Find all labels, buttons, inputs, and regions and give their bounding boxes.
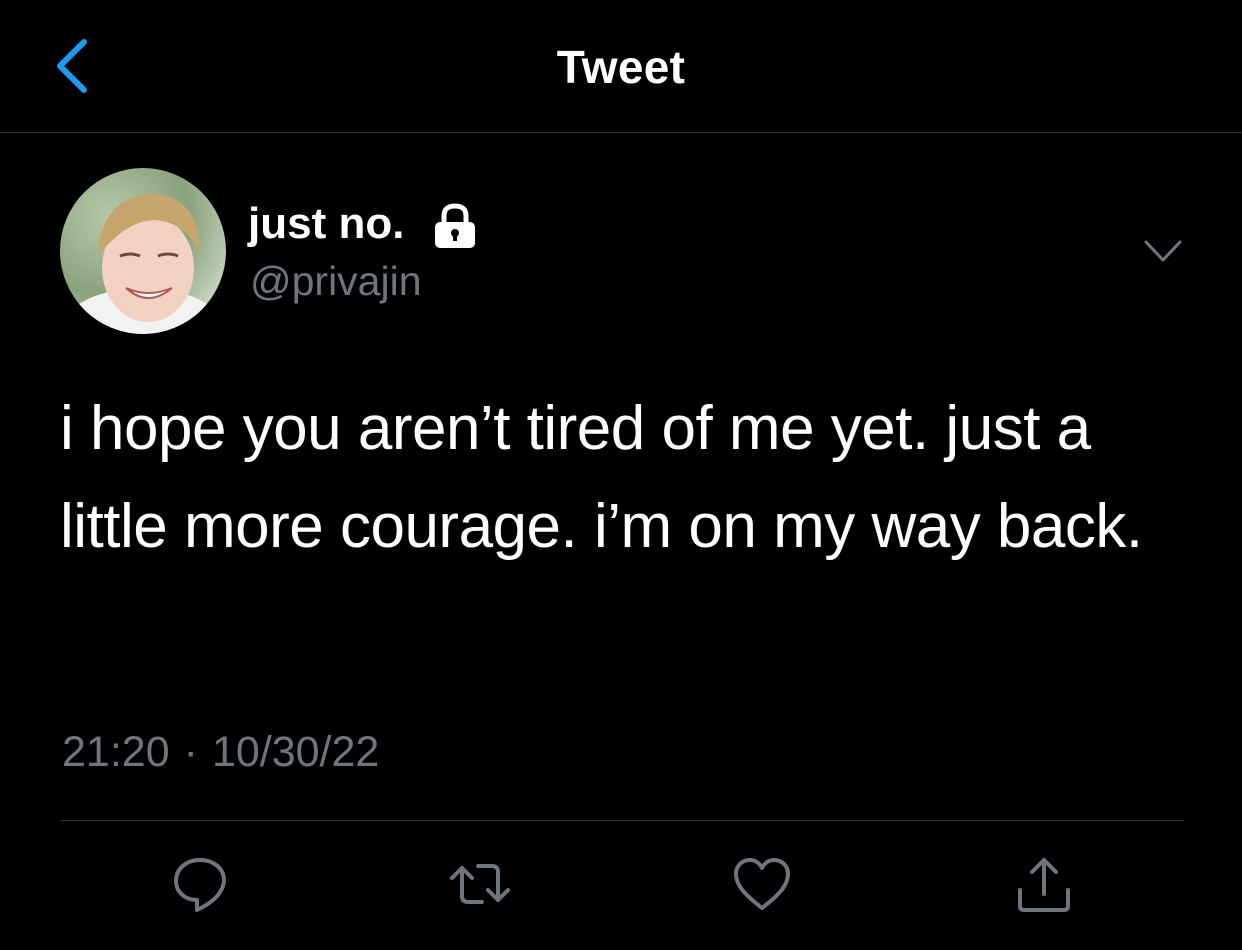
display-name[interactable]: just no. [248,199,404,249]
more-options-chevron-icon[interactable] [1140,232,1186,272]
tweet-text: i hope you aren’t tired of me yet. just … [60,394,1143,561]
lock-icon [435,203,476,248]
retweet-icon[interactable] [448,852,512,916]
heart-icon[interactable] [730,852,794,916]
reply-icon[interactable] [168,852,232,916]
tweet-timestamp: 21:20 · 10/30/22 [62,728,379,777]
user-handle[interactable]: @privajin [250,258,422,305]
share-icon[interactable] [1012,852,1076,916]
tweet-time: 21:20 [62,728,170,776]
author-name-row: just no. [248,196,478,252]
timestamp-separator: · [183,728,198,776]
tweet-date: 10/30/22 [211,728,380,776]
avatar[interactable] [60,168,226,334]
page-title: Tweet [556,41,686,93]
divider [60,820,1184,821]
top-bar: Tweet [0,0,1242,133]
